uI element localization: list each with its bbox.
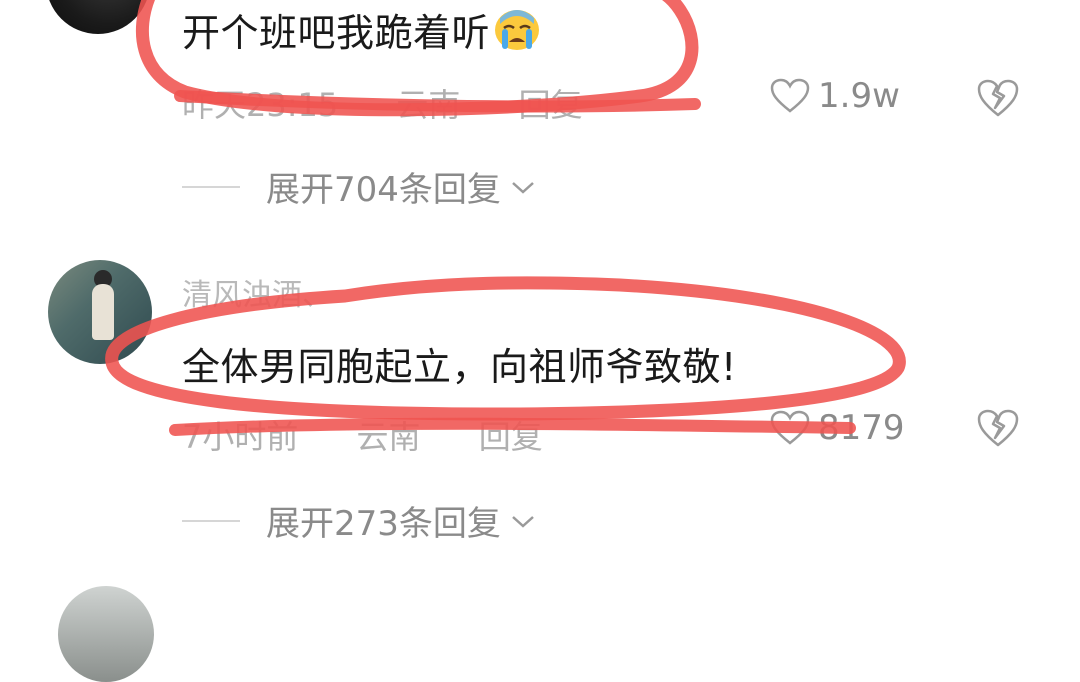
divider <box>182 185 240 188</box>
broken-heart-icon[interactable] <box>976 78 1020 118</box>
broken-heart-icon[interactable] <box>976 408 1020 448</box>
like-button[interactable]: 8179 <box>770 408 905 448</box>
expand-replies-label: 展开704条回复 <box>266 170 501 210</box>
comment-location: 云南 <box>356 418 421 456</box>
like-button[interactable]: 1.9w <box>770 76 900 116</box>
chevron-down-icon <box>512 181 534 194</box>
comment-meta: 昨天23:15 云南 回复 <box>182 80 631 126</box>
expand-replies-label: 展开273条回复 <box>266 504 501 544</box>
loudly-crying-face-icon <box>495 10 540 50</box>
expand-replies-button[interactable]: 展开704条回复 <box>182 162 537 211</box>
divider <box>182 519 240 522</box>
username[interactable]: 清风浊酒、 <box>182 270 332 314</box>
comment-location: 云南 <box>396 86 461 124</box>
comment-meta: 7小时前 云南 回复 <box>182 412 591 458</box>
heart-outline-icon <box>770 78 810 113</box>
like-count: 1.9w <box>818 76 900 116</box>
avatar-figure-body <box>92 284 114 340</box>
reply-button[interactable]: 回复 <box>519 86 583 124</box>
avatar[interactable] <box>46 0 150 34</box>
comment-text: 全体男同胞起立，向祖师爷致敬! <box>182 345 737 389</box>
expand-replies-button[interactable]: 展开273条回复 <box>182 496 537 545</box>
avatar[interactable] <box>58 586 154 682</box>
comment-time: 7小时前 <box>182 418 299 456</box>
reply-button[interactable]: 回复 <box>479 418 543 456</box>
avatar[interactable] <box>48 260 152 364</box>
comment-time: 昨天23:15 <box>182 86 339 124</box>
comment-text: 开个班吧我跪着听 <box>182 2 542 57</box>
like-count: 8179 <box>818 408 905 448</box>
heart-outline-icon <box>770 410 810 445</box>
chevron-down-icon <box>512 515 534 528</box>
